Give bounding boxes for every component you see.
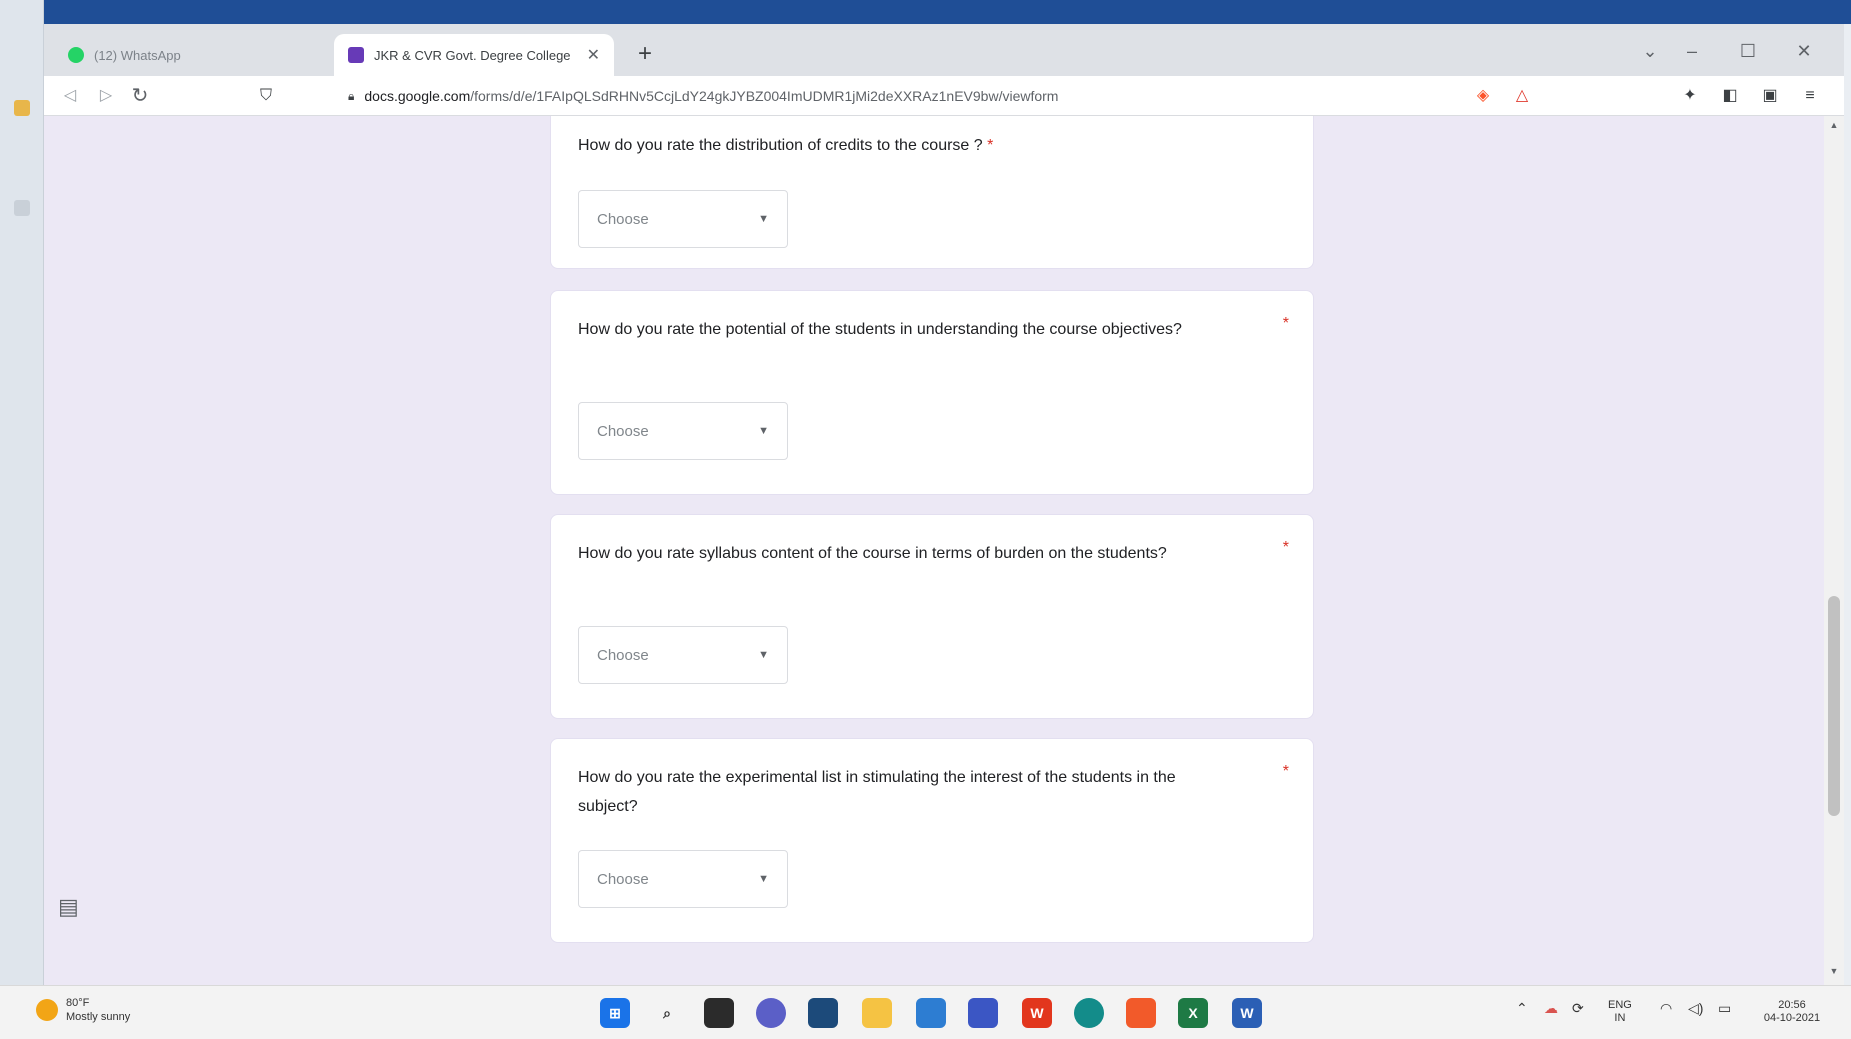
brave-icon[interactable] [1126, 998, 1156, 1028]
weather-temp: 80°F [66, 997, 90, 1009]
whatsapp-icon [68, 47, 84, 63]
question-card: How do you rate the distribution of cred… [550, 116, 1314, 269]
tab-forms[interactable]: JKR & CVR Govt. Degree College ✕ [334, 34, 614, 76]
required-asterisk: * [1282, 763, 1289, 780]
rating-dropdown[interactable]: Choose ▼ [578, 626, 788, 684]
url-host: docs.google.com [364, 88, 471, 104]
tab-title: (12) WhatsApp [94, 47, 181, 63]
tab-search-button[interactable]: ⌄ [1632, 36, 1668, 66]
dropdown-arrow-icon: ▼ [758, 425, 769, 437]
chevron-up-icon[interactable]: ⌃ [1516, 1000, 1528, 1017]
dropdown-placeholder: Choose [597, 646, 649, 664]
dropdown-arrow-icon: ▼ [758, 213, 769, 225]
desktop-sidebar [0, 0, 44, 985]
question-text: How do you rate the distribution of cred… [578, 137, 994, 154]
weather-widget[interactable]: 80°F Mostly sunny [36, 996, 130, 1024]
sun-icon [36, 999, 58, 1021]
desktop-app-icon[interactable] [14, 100, 30, 116]
brave-shields-icon[interactable]: ◈ [1471, 84, 1495, 108]
page-scrollbar[interactable]: ▲ ▼ [1824, 116, 1844, 985]
tab-title: JKR & CVR Govt. Degree College [374, 47, 571, 63]
question-card: How do you rate syllabus content of the … [550, 514, 1314, 719]
feedback-icon[interactable]: ▤ [58, 894, 79, 920]
dropdown-arrow-icon: ▼ [758, 649, 769, 661]
back-button[interactable]: ◁ [56, 82, 84, 110]
dropdown-placeholder: Choose [597, 210, 649, 228]
mail-icon[interactable] [916, 998, 946, 1028]
required-asterisk: * [987, 137, 994, 154]
search-icon[interactable]: ⌕ [652, 998, 682, 1028]
question-card: How do you rate the potential of the stu… [550, 290, 1314, 495]
question-card: How do you rate the experimental list in… [550, 738, 1314, 943]
rating-dropdown[interactable]: Choose ▼ [578, 402, 788, 460]
chat-icon[interactable] [756, 998, 786, 1028]
dropdown-arrow-icon: ▼ [758, 873, 769, 885]
scrollbar-thumb[interactable] [1828, 596, 1840, 816]
weather-condition: Mostly sunny [66, 1011, 131, 1023]
sidebar-icon[interactable]: ◧ [1718, 84, 1742, 108]
onedrive-icon[interactable]: ☁ [1544, 1000, 1558, 1017]
rating-dropdown[interactable]: Choose ▼ [578, 850, 788, 908]
visual-studio-icon[interactable] [968, 998, 998, 1028]
extensions-icon[interactable]: ✦ [1678, 84, 1702, 108]
address-bar[interactable]: 🔒︎ docs.google.com/forms/d/e/1FAIpQLSdRH… [334, 82, 1589, 110]
bookmark-icon[interactable]: ⛉ [252, 82, 280, 110]
browser-toolbar: ◁ ▷ ↻ ⛉ 🔒︎ docs.google.com/forms/d/e/1FA… [44, 76, 1844, 116]
volume-icon[interactable]: ◁) [1688, 1000, 1703, 1017]
reload-button[interactable]: ↻ [126, 82, 154, 110]
tab-whatsapp[interactable]: (12) WhatsApp [54, 34, 294, 76]
close-window-button[interactable]: ✕ [1786, 36, 1822, 66]
desktop-app-icon[interactable] [14, 200, 30, 216]
rating-dropdown[interactable]: Choose ▼ [578, 190, 788, 248]
excel-icon[interactable]: X [1178, 998, 1208, 1028]
wifi-icon[interactable]: ◠ [1660, 1000, 1672, 1017]
url-path: /forms/d/e/1FAIpQLSdRHNv5CcjLdY24gkJYBZ0… [470, 88, 1059, 104]
google-forms-icon [348, 47, 364, 63]
app-icon[interactable] [808, 998, 838, 1028]
word-icon[interactable]: W [1232, 998, 1262, 1028]
battery-icon[interactable]: ▭ [1718, 1000, 1731, 1017]
windows-start-icon[interactable]: ⊞ [600, 998, 630, 1028]
new-tab-button[interactable]: + [629, 38, 661, 70]
dropdown-placeholder: Choose [597, 870, 649, 888]
tab-strip: (12) WhatsApp JKR & CVR Govt. Degree Col… [44, 24, 1844, 76]
dropdown-placeholder: Choose [597, 422, 649, 440]
edge-icon[interactable] [1074, 998, 1104, 1028]
lock-icon: 🔒︎ [348, 88, 355, 103]
brave-rewards-icon[interactable]: △ [1510, 84, 1534, 108]
required-asterisk: * [1282, 315, 1289, 332]
form-page: How do you rate the distribution of cred… [44, 116, 1824, 985]
maximize-button[interactable]: ☐ [1730, 36, 1766, 66]
scroll-down-icon[interactable]: ▼ [1828, 966, 1840, 978]
minimize-button[interactable]: – [1674, 36, 1710, 66]
wps-office-icon[interactable]: W [1022, 998, 1052, 1028]
language-indicator[interactable]: ENG IN [1608, 999, 1632, 1025]
browser-window: (12) WhatsApp JKR & CVR Govt. Degree Col… [44, 24, 1844, 985]
close-tab-icon[interactable]: ✕ [587, 45, 600, 65]
question-text: How do you rate syllabus content of the … [578, 545, 1167, 562]
taskbar: 80°F Mostly sunny ⊞ ⌕ W X W ⌃ ☁ ⟳ ENG IN… [0, 985, 1851, 1039]
required-asterisk: * [1282, 539, 1289, 556]
desktop-background [0, 0, 1851, 24]
folder-icon[interactable] [862, 998, 892, 1028]
scroll-up-icon[interactable]: ▲ [1828, 120, 1840, 132]
wallet-icon[interactable]: ▣ [1758, 84, 1782, 108]
file-explorer-icon[interactable] [704, 998, 734, 1028]
forward-button[interactable]: ▷ [92, 82, 120, 110]
clock[interactable]: 20:56 04-10-2021 [1752, 999, 1832, 1025]
menu-icon[interactable]: ≡ [1798, 84, 1822, 108]
question-text: How do you rate the potential of the stu… [578, 321, 1182, 338]
question-text: How do you rate the experimental list in… [578, 769, 1176, 815]
network-sync-icon[interactable]: ⟳ [1572, 1000, 1584, 1017]
